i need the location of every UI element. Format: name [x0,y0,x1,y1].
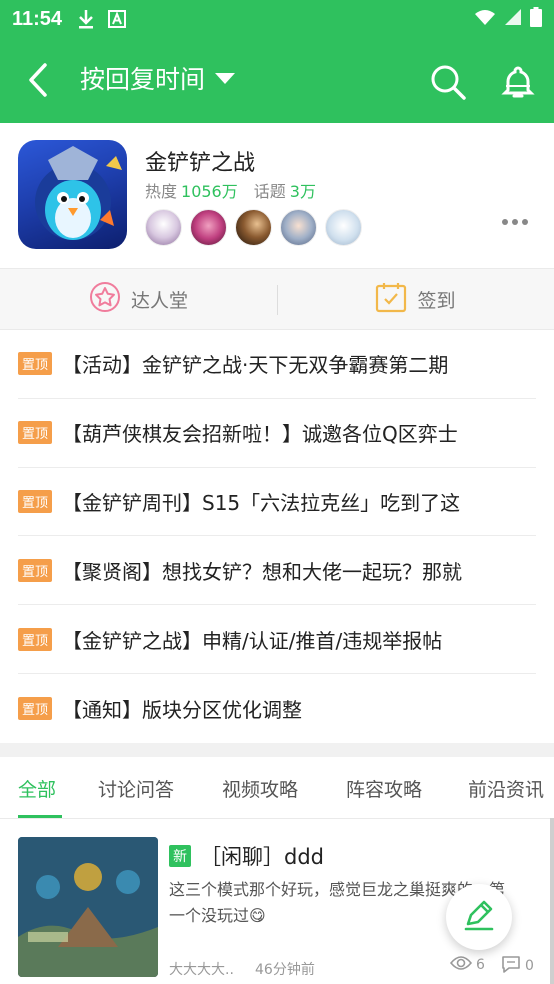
post-title: ［闲聊］ddd [200,844,324,869]
sort-label: 按回复时间 [80,65,206,94]
pinned-title: 【金铲铲之战】申精/认证/推首/违规举报帖 [62,628,443,653]
pinned-item[interactable]: 置顶 【金铲铲之战】申精/认证/推首/违规举报帖 [18,605,536,674]
pinned-title: 【葫芦侠棋友会招新啦！】诚邀各位Q区弈士 [62,422,458,447]
pinned-title: 【聚贤阁】想找女铲？想和大佬一起玩？那就 [62,559,463,584]
battery-icon [530,6,542,32]
forum-name: 金铲铲之战 [145,151,256,176]
post-views: 6 [449,955,485,975]
tab-news[interactable]: 前沿资讯 [468,775,544,802]
tab-lineup-guide[interactable]: 阵容攻略 [346,775,422,802]
bell-icon[interactable] [500,64,536,100]
pinned-title: 【通知】版块分区优化调整 [62,697,303,722]
pinned-item[interactable]: 置顶 【金铲铲周刊】S15「六法拉克丝」吃到了这 [18,468,536,537]
new-badge: 新 [169,844,191,867]
tab-discussion[interactable]: 讨论问答 [98,775,174,802]
pinned-title: 【活动】金铲铲之战·天下无双争霸赛第二期 [62,353,449,378]
back-arrow-icon[interactable] [22,62,54,98]
app-bar: 按回复时间 [0,38,554,123]
pinned-item[interactable]: 置顶 【通知】版块分区优化调整 [18,674,536,743]
pinned-tag: 置顶 [18,421,53,445]
post-comments: 0 [501,955,534,977]
pinned-title: 【金铲铲周刊】S15「六法拉克丝」吃到了这 [62,490,461,515]
wifi-icon [474,8,496,31]
quick-actions: 达人堂 签到 [0,268,554,330]
active-tab-indicator [18,814,62,818]
tab-video-guide[interactable]: 视频攻略 [222,775,298,802]
heat-label: 热度 [145,182,178,201]
avatar[interactable] [190,209,227,246]
pinned-tag: 置顶 [18,558,53,582]
post-thumbnail [18,836,158,977]
pinned-item[interactable]: 置顶 【葫芦侠棋友会招新啦！】诚邀各位Q区弈士 [18,399,536,468]
edit-pencil-icon [462,898,496,936]
header: 11:54 按回复时间 [0,0,554,123]
triangle-down-icon [215,72,236,84]
tab-all[interactable]: 全部 [18,775,56,802]
section-gap [0,742,554,757]
status-bar: 11:54 [0,0,554,38]
search-icon[interactable] [430,64,466,100]
talent-hall-button[interactable]: 达人堂 [0,281,277,318]
pinned-tag: 置顶 [18,489,53,513]
download-icon [76,8,96,30]
divider [277,285,278,315]
pinned-tag: 置顶 [18,696,53,720]
pinned-item[interactable]: 置顶 【活动】金铲铲之战·天下无双争霸赛第二期 [18,330,536,399]
forum-stats: 热度 1056万 话题 3万 [145,178,332,202]
post-author: 大大大大.. [169,961,234,978]
scrollbar[interactable] [550,818,554,984]
a-notification-icon [108,10,127,28]
member-avatars[interactable] [145,209,362,246]
checkin-button[interactable]: 签到 [277,281,554,318]
avatar[interactable] [325,209,362,246]
avatar[interactable] [235,209,272,246]
topics-value: 3万 [289,182,316,201]
star-badge-icon [89,281,121,318]
category-tabs: 全部 讨论问答 视频攻略 阵容攻略 前沿资讯 [0,756,554,819]
talent-hall-label: 达人堂 [130,289,188,312]
eye-icon [449,955,473,975]
calendar-check-icon [375,281,407,318]
signal-icon [504,8,522,31]
more-dots-icon[interactable] [502,219,528,225]
comments-count: 0 [525,957,534,974]
comment-icon [501,955,521,977]
checkin-label: 签到 [417,289,456,312]
sort-dropdown[interactable]: 按回复时间 [80,60,236,96]
pinned-tag: 置顶 [18,352,53,376]
pinned-tag: 置顶 [18,627,53,651]
compose-button[interactable] [446,884,512,950]
heat-value: 1056万 [181,182,238,201]
forum-header: 金铲铲之战 热度 1056万 话题 3万 [0,123,554,268]
status-time: 11:54 [12,7,63,30]
views-count: 6 [476,956,485,973]
pinned-item[interactable]: 置顶 【聚贤阁】想找女铲？想和大佬一起玩？那就 [18,536,536,606]
post-time: 46分钟前 [255,961,315,978]
forum-logo [18,140,127,249]
avatar[interactable] [145,209,182,246]
pinned-list: 置顶 【活动】金铲铲之战·天下无双争霸赛第二期 置顶 【葫芦侠棋友会招新啦！】诚邀各… [0,330,554,743]
topics-label: 话题 [253,182,286,201]
avatar[interactable] [280,209,317,246]
